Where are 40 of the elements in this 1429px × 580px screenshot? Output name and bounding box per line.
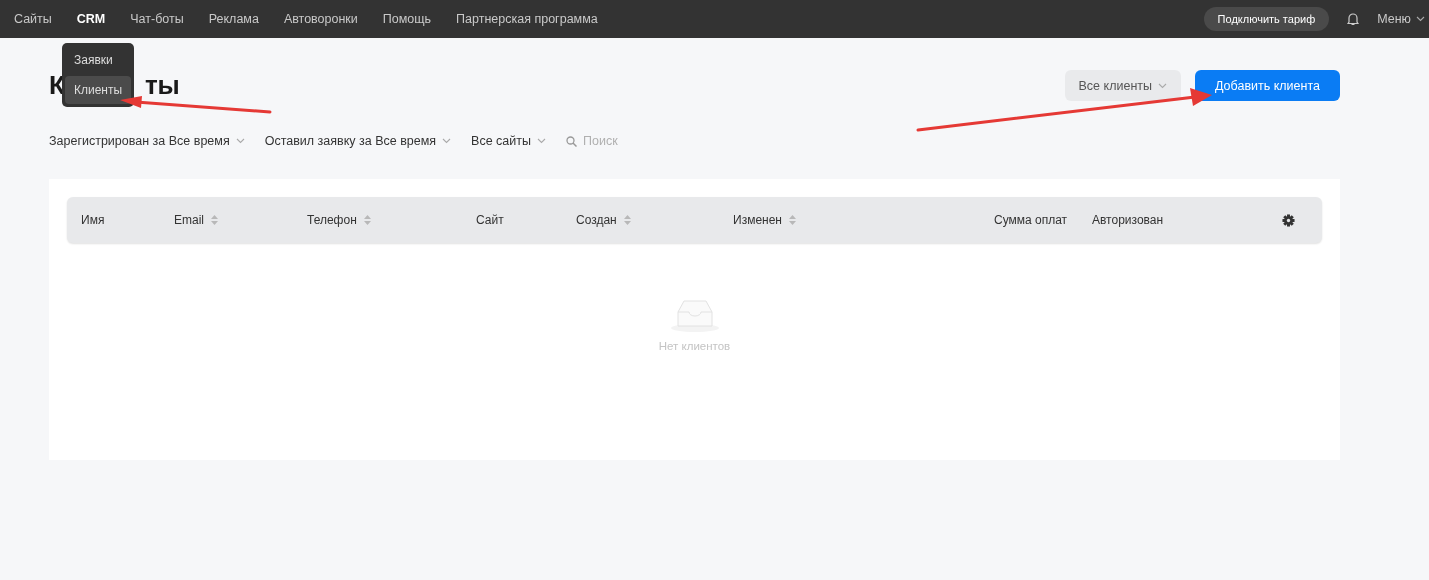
nav-item[interactable]: Партнерская программа [456, 12, 598, 26]
search-field[interactable]: Поиск [583, 134, 703, 148]
chevron-down-icon [235, 138, 245, 144]
sort-icon[interactable] [363, 215, 371, 225]
nav-item[interactable]: Реклама [208, 12, 259, 26]
sort-icon[interactable] [789, 215, 796, 225]
filter-dropdown[interactable]: Все сайты [471, 134, 546, 148]
nav-item[interactable]: Помощь [382, 12, 432, 26]
page-title: ты [144, 70, 180, 101]
search-icon [566, 135, 577, 147]
add-client-button[interactable]: Добавить клиента [1195, 70, 1340, 101]
chevron-down-icon [1158, 82, 1167, 89]
column-header[interactable]: Сумма оплат [994, 213, 1068, 227]
nav-item[interactable]: CRM [76, 12, 106, 26]
column-header[interactable]: Создан [576, 213, 631, 227]
column-header[interactable]: Изменен [733, 213, 796, 227]
filter-dropdown[interactable]: Зарегистрирован за Все время [49, 134, 245, 148]
menu-link[interactable]: Меню [1377, 12, 1425, 26]
nav-item[interactable]: Сайты [14, 12, 52, 26]
empty-inbox-icon [669, 298, 720, 332]
empty-state-text: Нет клиентов [658, 340, 731, 352]
dropdown-item[interactable]: Клиенты [65, 76, 131, 104]
nav-item[interactable]: Чат-боты [130, 12, 184, 26]
sort-icon[interactable] [211, 215, 218, 225]
tariff-button[interactable]: Подключить тариф [1203, 7, 1330, 31]
chevron-down-icon [442, 138, 452, 144]
chevron-down-icon [537, 138, 546, 144]
column-header[interactable]: Имя [81, 213, 105, 227]
nav-item[interactable]: Автоворонки [283, 12, 358, 26]
bell-icon[interactable] [1347, 12, 1360, 26]
column-header[interactable]: Телефон [307, 213, 371, 227]
client-filter-dropdown[interactable]: Все клиенты [1064, 70, 1181, 101]
filter-dropdown[interactable]: Оставил заявку за Все время [264, 134, 452, 148]
sort-icon[interactable] [623, 215, 631, 225]
column-header[interactable]: Email [174, 213, 218, 227]
settings-icon[interactable] [1282, 213, 1295, 227]
column-header[interactable]: Сайт [476, 213, 504, 227]
chevron-down-icon [1416, 16, 1425, 22]
dropdown-item[interactable]: Заявки [65, 46, 131, 74]
column-header[interactable]: Авторизован [1092, 213, 1164, 227]
